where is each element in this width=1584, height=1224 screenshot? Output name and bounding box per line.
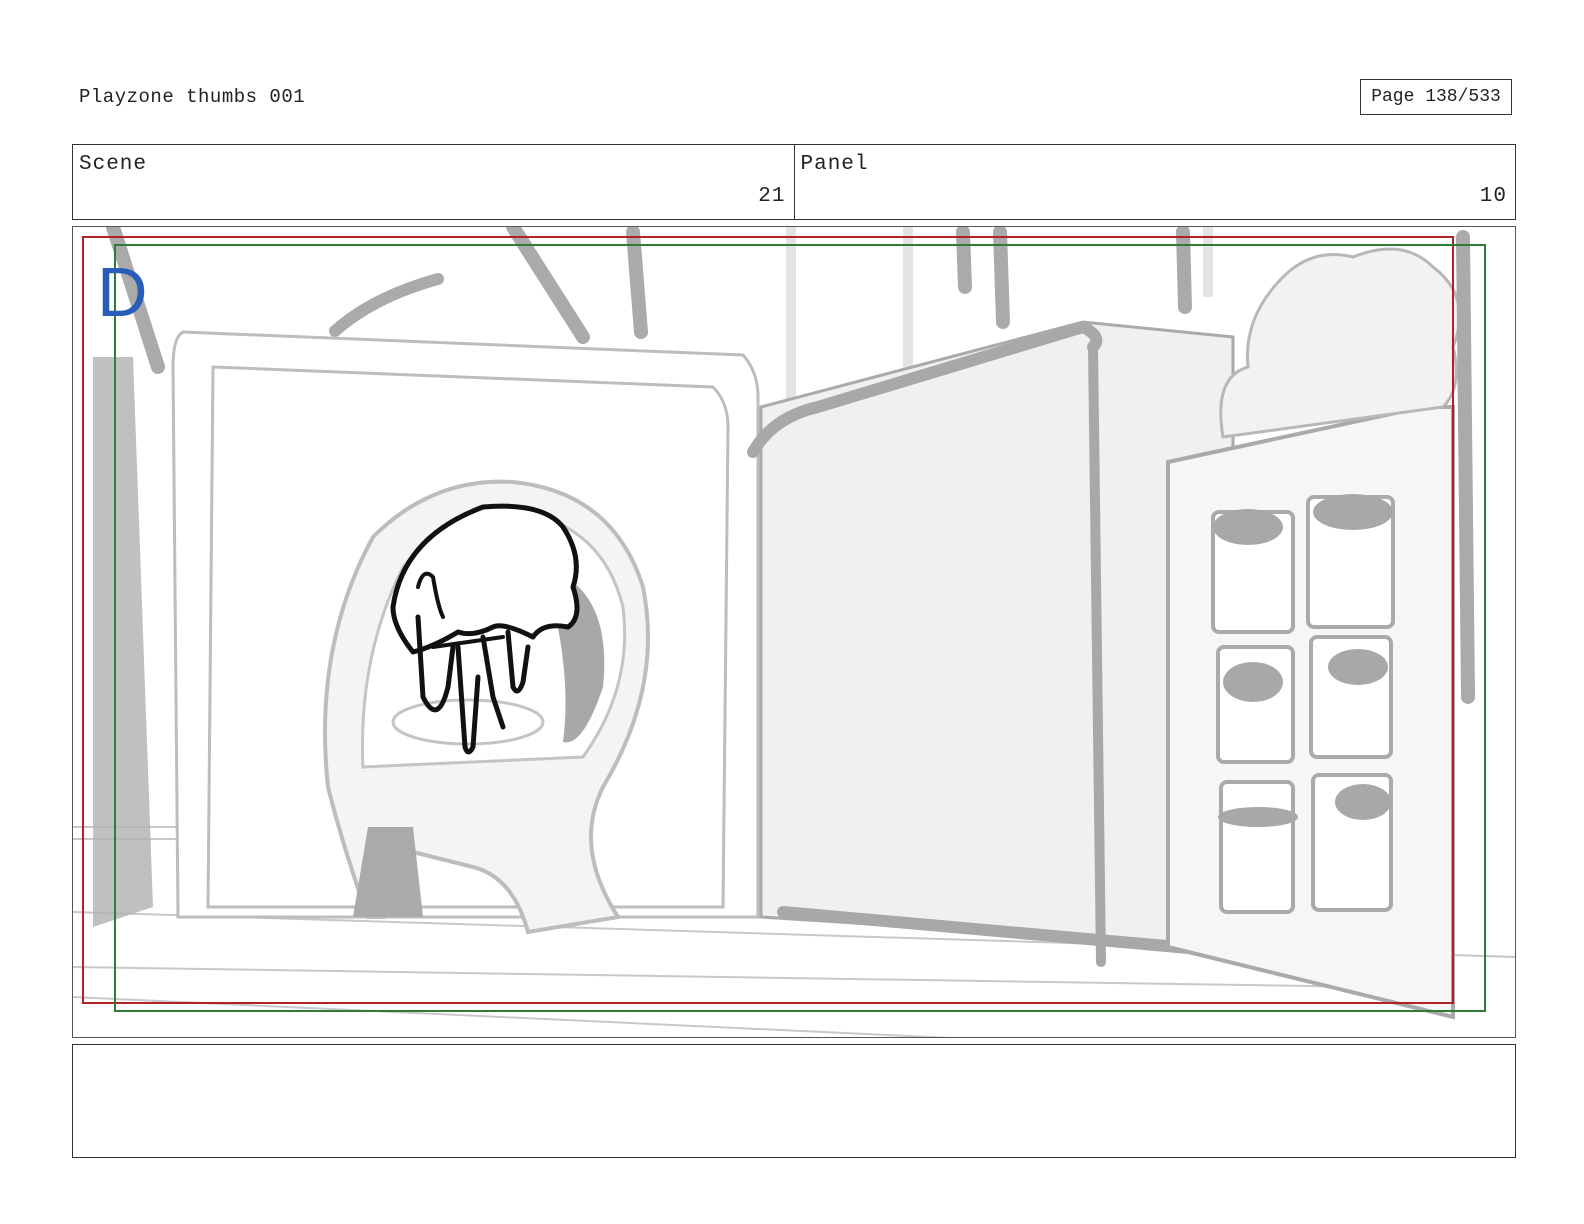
- right-pole: [1456, 230, 1475, 704]
- left-wall-shadow: [93, 357, 153, 927]
- document-title: Playzone thumbs 001: [79, 86, 306, 108]
- panel-letter: D: [97, 253, 148, 331]
- scene-panel-header: Scene 21 Panel 10: [72, 144, 1516, 220]
- notes-box: [72, 1044, 1516, 1158]
- panel-number: 10: [1479, 185, 1507, 208]
- storyboard-panel: D: [72, 226, 1516, 1038]
- cubby-shelf: [1166, 405, 1455, 1020]
- curved-stroke: [329, 273, 444, 337]
- scene-number: 21: [758, 185, 786, 208]
- page-number-label: Page 138/533: [1371, 87, 1501, 107]
- panel-label: Panel: [800, 153, 869, 176]
- cloud-shape: [1219, 247, 1462, 439]
- page-number-box: Page 138/533: [1360, 79, 1512, 115]
- panel-cell: Panel 10: [793, 145, 1516, 219]
- scene-label: Scene: [79, 153, 148, 176]
- scene-cell: Scene 21: [73, 145, 794, 219]
- panel-sketch: [73, 227, 1515, 1037]
